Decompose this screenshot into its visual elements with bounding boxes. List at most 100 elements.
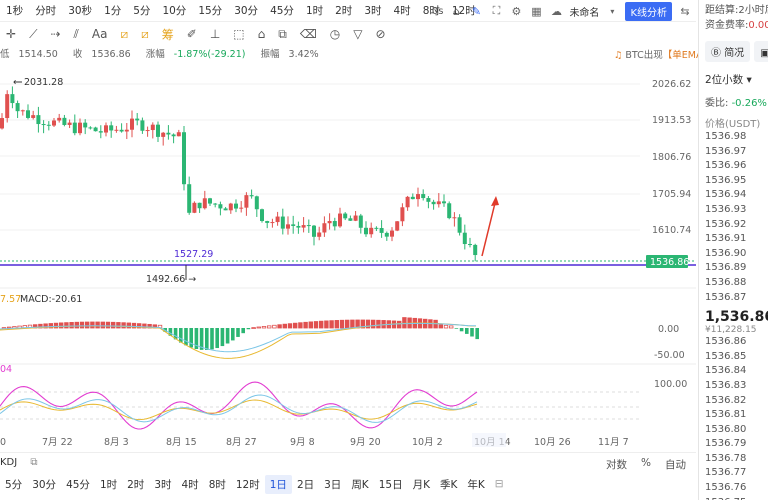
- book-row[interactable]: 1536.96: [699, 159, 768, 174]
- book-row[interactable]: 1536.93: [699, 203, 768, 218]
- book-row[interactable]: 1536.77: [699, 466, 768, 481]
- measure-icon[interactable]: ⬚: [233, 27, 244, 41]
- x-tick: 10月 26: [534, 437, 571, 448]
- trash-icon[interactable]: ⌫: [300, 27, 317, 41]
- axis-options: 对数% 自动: [606, 457, 686, 472]
- axis-opt-2[interactable]: 自动: [665, 457, 686, 472]
- layout-name[interactable]: 未命名: [569, 4, 599, 19]
- tab-trade[interactable]: ▣ 交: [754, 41, 768, 62]
- period-14[interactable]: 月K: [408, 475, 435, 494]
- eraser-icon[interactable]: ⊘: [376, 27, 386, 41]
- tab-overview[interactable]: Ⓑ 简况: [705, 41, 751, 62]
- magnet-icon[interactable]: ◷: [330, 27, 340, 41]
- hline-icon[interactable]: ⇢: [50, 27, 60, 41]
- book-row[interactable]: 1536.86: [699, 335, 768, 350]
- fullscreen-icon[interactable]: ⛶: [489, 4, 503, 18]
- timeframe-4[interactable]: 5分: [127, 3, 156, 18]
- ruler-icon[interactable]: ⊥: [210, 27, 220, 41]
- channel-icon[interactable]: ⫽: [74, 27, 79, 42]
- timeframe-5[interactable]: 10分: [156, 3, 192, 18]
- book-row[interactable]: 1536.94: [699, 188, 768, 203]
- period-5[interactable]: 3时: [149, 475, 176, 494]
- collapse-icon[interactable]: ⊟: [490, 476, 509, 492]
- fib-icon[interactable]: ⧄: [120, 27, 128, 42]
- timeframe-0[interactable]: 1秒: [0, 3, 29, 18]
- timeframe-8[interactable]: 45分: [264, 3, 300, 18]
- timeframe-6[interactable]: 15分: [192, 3, 228, 18]
- chevron-down-icon[interactable]: ▾: [605, 4, 619, 18]
- pencil-icon[interactable]: ✎: [469, 4, 483, 18]
- timeframe-12[interactable]: 4时: [388, 3, 417, 18]
- kdj-label[interactable]: KDJ: [0, 457, 17, 468]
- period-9[interactable]: 1日: [264, 474, 292, 494]
- filter-icon[interactable]: ▽: [353, 27, 362, 41]
- book-row[interactable]: 1536.81: [699, 408, 768, 423]
- book-row[interactable]: 1536.76: [699, 481, 768, 496]
- camera-icon[interactable]: ⌂: [449, 4, 463, 18]
- timeframe-9[interactable]: 1时: [300, 3, 329, 18]
- book-row[interactable]: 1536.91: [699, 232, 768, 247]
- book-row[interactable]: 1536.97: [699, 145, 768, 160]
- cursor-icon[interactable]: ✛: [6, 27, 16, 41]
- lock-icon[interactable]: ⌂: [258, 27, 266, 41]
- book-row[interactable]: 1536.92: [699, 218, 768, 233]
- candle-body: [20, 110, 25, 112]
- timeframe-7[interactable]: 30分: [228, 3, 264, 18]
- period-4[interactable]: 2时: [122, 475, 149, 494]
- settings-icon[interactable]: ⚙: [509, 4, 523, 18]
- timeframe-10[interactable]: 2时: [329, 3, 358, 18]
- timeframe-2[interactable]: 30秒: [62, 3, 98, 18]
- book-row[interactable]: 1536.95: [699, 174, 768, 189]
- book-row[interactable]: 1536.84: [699, 364, 768, 379]
- book-row[interactable]: 1536.83: [699, 379, 768, 394]
- timeframe-11[interactable]: 3时: [358, 3, 387, 18]
- copy-icon[interactable]: ⧉: [278, 27, 287, 42]
- period-6[interactable]: 4时: [177, 475, 204, 494]
- candle-body: [327, 221, 332, 224]
- book-row[interactable]: 1536.88: [699, 276, 768, 291]
- period-10[interactable]: 2日: [292, 475, 319, 494]
- period-15[interactable]: 季K: [435, 475, 462, 494]
- book-row[interactable]: 1536.98: [699, 130, 768, 145]
- book-row[interactable]: 1536.82: [699, 394, 768, 409]
- period-3[interactable]: 1时: [95, 475, 122, 494]
- book-row[interactable]: 1536.87: [699, 291, 768, 306]
- book-row[interactable]: 1536.78: [699, 452, 768, 467]
- book-row[interactable]: 1536.90: [699, 247, 768, 262]
- period-13[interactable]: 15日: [374, 475, 408, 494]
- period-8[interactable]: 12时: [231, 475, 265, 494]
- timeframe-3[interactable]: 1分: [98, 3, 127, 18]
- gann-icon[interactable]: 筹: [162, 26, 174, 43]
- period-2[interactable]: 45分: [61, 475, 95, 494]
- text-icon[interactable]: Aa: [92, 27, 108, 41]
- period-1[interactable]: 30分: [27, 475, 61, 494]
- timeframe-list: 1秒 分时 30秒 1分 5分 10分 15分 30分 45分 1时 2时 3时 4时 8时 12时: [0, 3, 482, 18]
- kline-chart[interactable]: 2026.62 1913.53 1806.76 1705.94 1610.74 ← 203…: [0, 62, 696, 454]
- book-row[interactable]: 1536.89: [699, 261, 768, 276]
- layout-icon[interactable]: ▦: [529, 4, 543, 18]
- candle-body: [228, 203, 233, 211]
- cloud-icon[interactable]: ☁: [549, 4, 563, 18]
- book-row[interactable]: 1536.85: [699, 350, 768, 365]
- timeframe-1[interactable]: 分时: [29, 3, 62, 18]
- axis-opt-1[interactable]: %: [641, 457, 651, 472]
- depth-select[interactable]: 2位小数 ▾: [699, 72, 768, 87]
- book-row[interactable]: 1536.75: [699, 496, 768, 500]
- kline-analysis-button[interactable]: K线分析: [625, 1, 672, 21]
- period-11[interactable]: 3日: [319, 475, 346, 494]
- book-row[interactable]: 1536.80: [699, 423, 768, 438]
- period-16[interactable]: 年K: [462, 475, 489, 494]
- candle-body: [452, 217, 457, 219]
- period-0[interactable]: 5分: [0, 475, 27, 494]
- candle-body: [187, 184, 192, 213]
- axis-opt-0[interactable]: 对数: [606, 457, 627, 472]
- pattern-icon[interactable]: ⧄: [141, 27, 149, 42]
- book-row[interactable]: 1536.79: [699, 437, 768, 452]
- brush-icon[interactable]: ✐: [187, 27, 197, 41]
- trendline-icon[interactable]: ⟋: [29, 27, 37, 42]
- period-12[interactable]: 周K: [346, 475, 373, 494]
- edit-icon[interactable]: ⧉: [30, 457, 37, 468]
- bell-icon: ♫: [613, 50, 623, 61]
- period-7[interactable]: 8时: [204, 475, 231, 494]
- share-icon[interactable]: ⇆: [678, 4, 692, 18]
